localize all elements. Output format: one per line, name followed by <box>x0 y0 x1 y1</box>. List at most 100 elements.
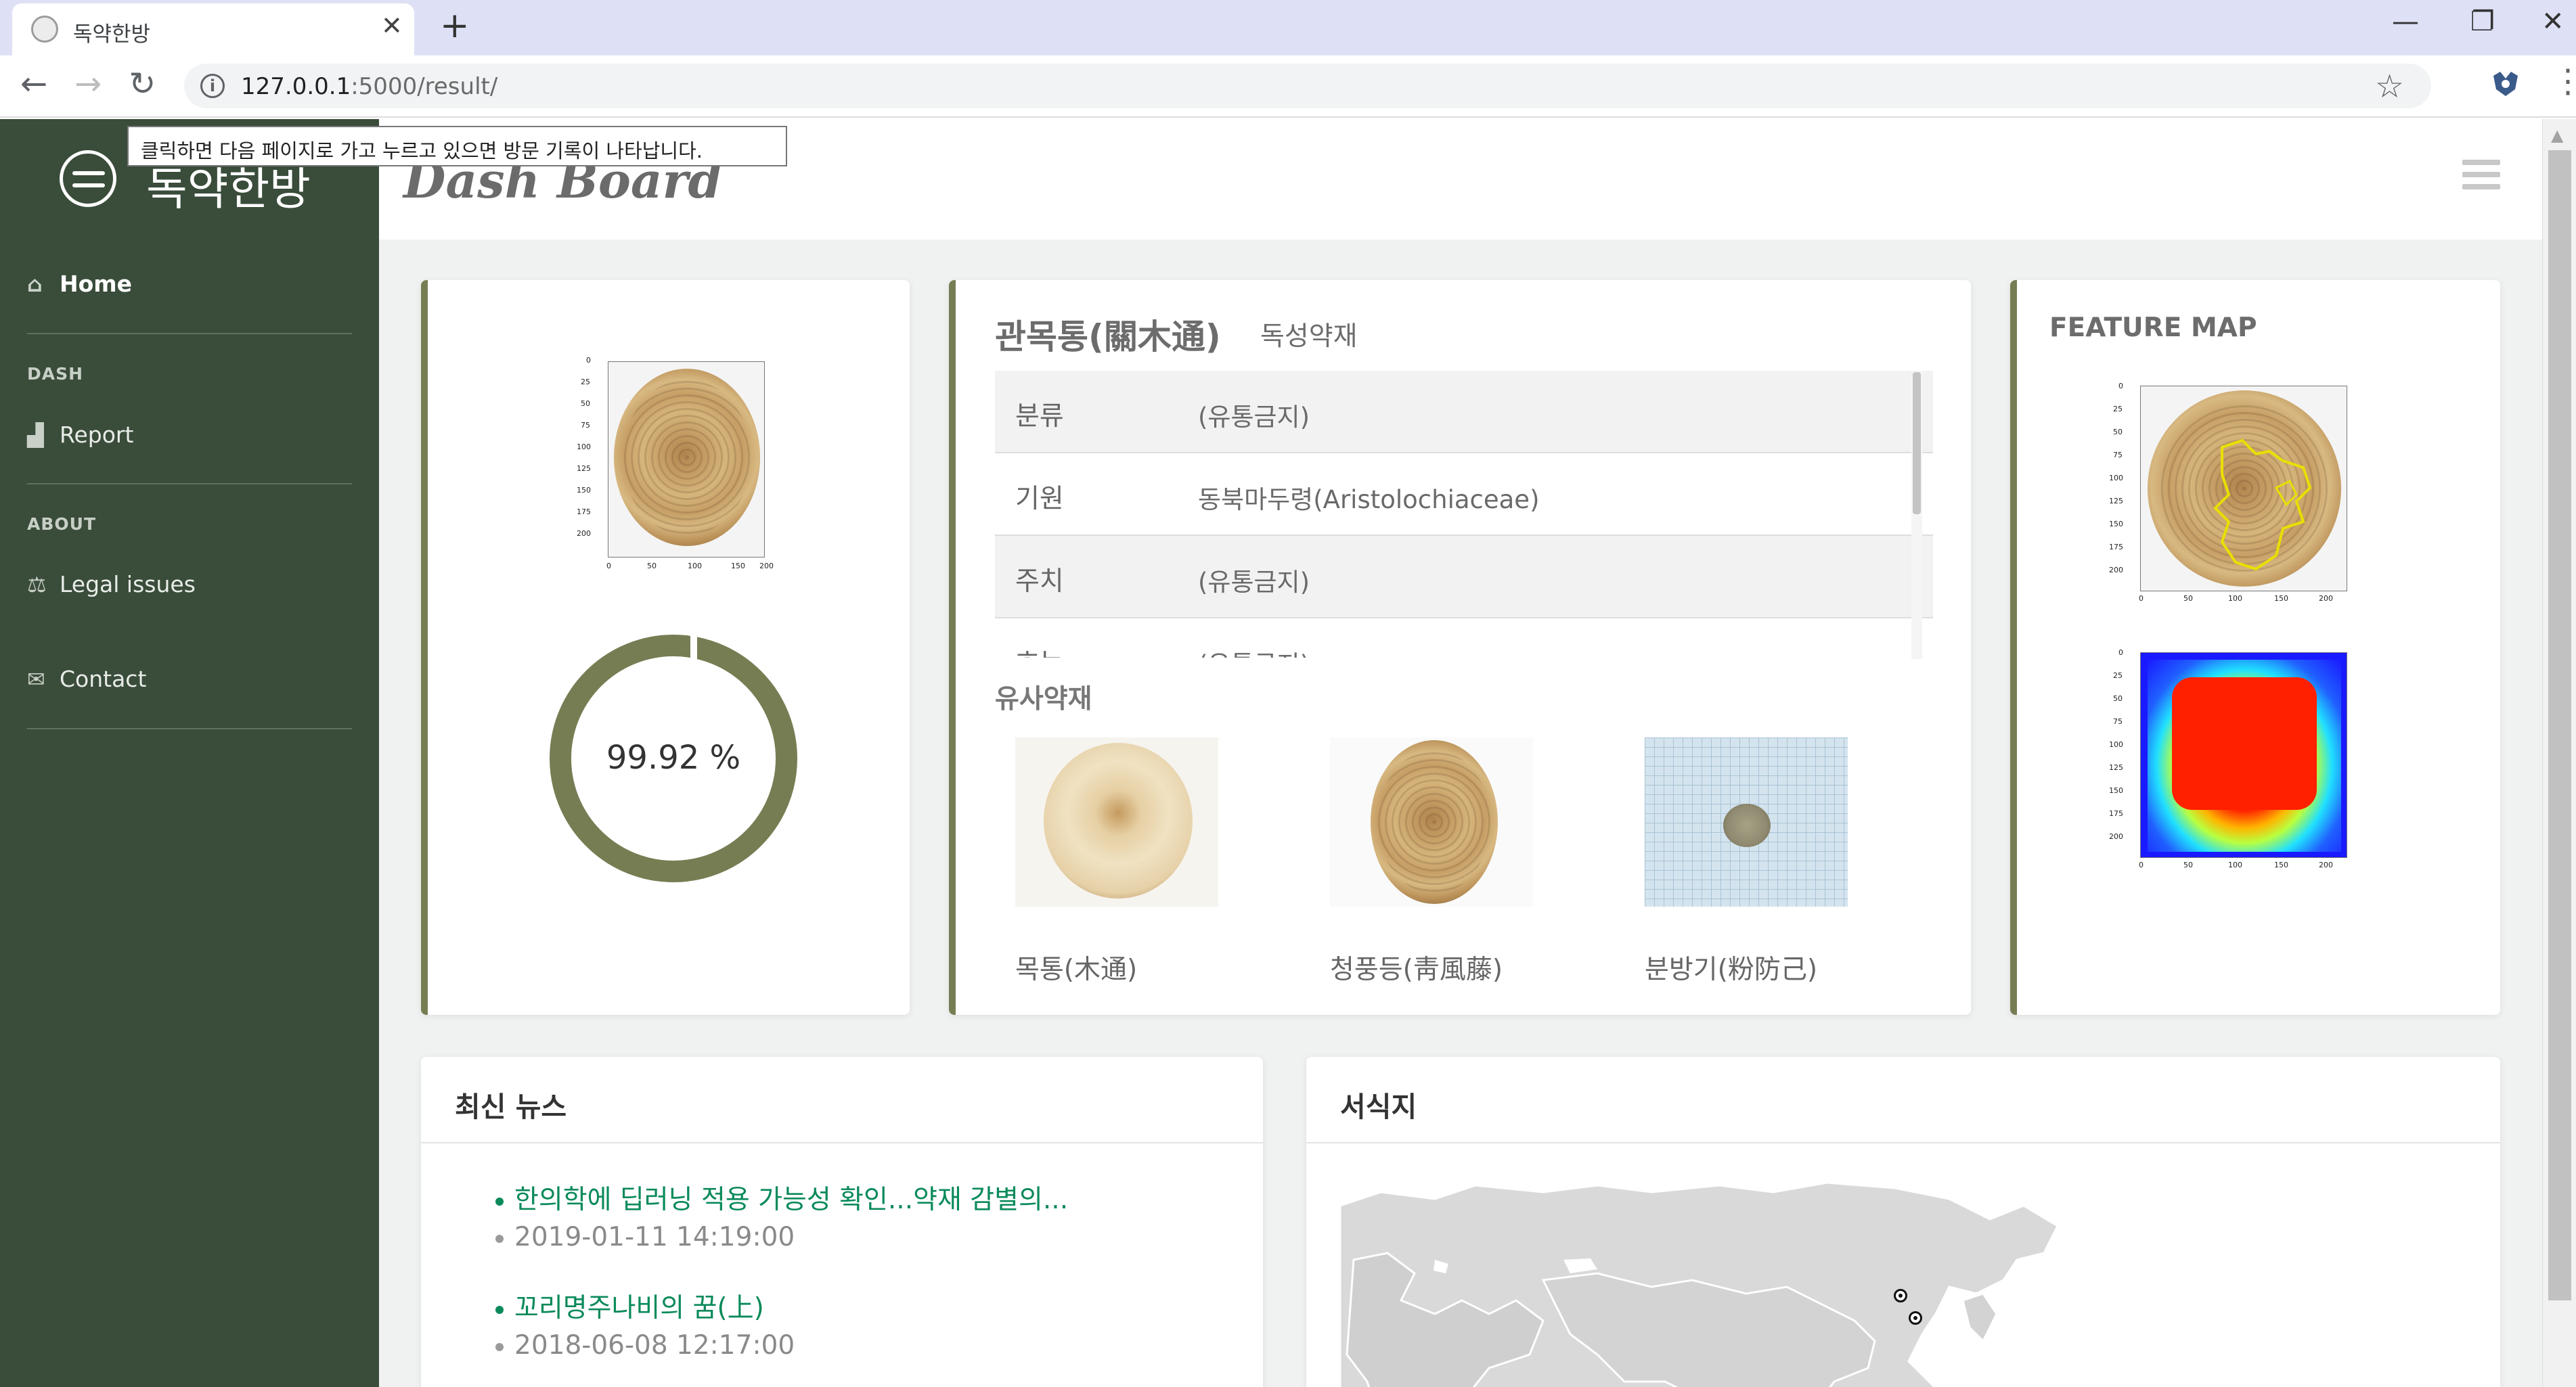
sidebar-heading-dash: DASH <box>27 364 84 384</box>
table-row: 효능 (유통금지) <box>995 618 1933 658</box>
x-tick-label: 100 <box>2228 861 2242 869</box>
y-tick-label: 200 <box>2109 566 2123 574</box>
news-title: 최신 뉴스 <box>455 1091 567 1123</box>
site-favicon-icon <box>31 16 58 43</box>
confidence-donut: 99.92 % <box>550 633 797 882</box>
news-headline[interactable]: 꼬리명주나비의 꿈(上) <box>495 1287 764 1325</box>
y-tick-label: 125 <box>577 464 591 473</box>
table-row: 분류 (유통금지) <box>995 371 1933 453</box>
x-tick-label: 50 <box>2183 594 2193 603</box>
forward-icon[interactable]: → <box>74 68 102 100</box>
input-image <box>608 361 765 558</box>
y-tick-label: 0 <box>586 356 591 365</box>
sidebar-item-legal[interactable]: ⚖ Legal issues <box>27 571 196 597</box>
sidebar-divider <box>27 728 352 729</box>
close-tab-icon[interactable]: ✕ <box>381 13 403 39</box>
habitat-card-header: 서식지 <box>1306 1057 2500 1143</box>
herb-name: 관목통(關木通) <box>995 317 1221 357</box>
scrollbar-thumb[interactable] <box>2548 150 2571 1300</box>
y-tick-label: 75 <box>581 421 590 430</box>
habitat-marker[interactable] <box>1909 1311 1922 1325</box>
reload-icon[interactable]: ↻ <box>129 68 156 100</box>
y-tick-label: 200 <box>577 529 591 538</box>
minimize-icon[interactable]: — <box>2392 8 2419 35</box>
x-tick-label: 50 <box>647 562 657 570</box>
news-card: 최신 뉴스 한의학에 딥러닝 적용 가능성 확인...약재 감별의... 201… <box>421 1057 1263 1387</box>
sidebar-divider <box>27 483 352 484</box>
restore-icon[interactable]: ❐ <box>2470 8 2495 35</box>
y-tick-label: 150 <box>577 486 591 495</box>
news-headline[interactable]: 한의학에 딥러닝 적용 가능성 확인...약재 감별의... <box>495 1179 1068 1217</box>
address-bar[interactable]: i 127.0.0.1:5000/result/ ☆ <box>184 64 2431 108</box>
sidebar-item-report[interactable]: ▟ Report <box>27 422 133 448</box>
sidebar-item-label: Home <box>60 271 133 297</box>
feature-map-card: FEATURE MAP 0 25 50 75 100 125 150 175 2… <box>2010 280 2500 1015</box>
sidebar-heading-about: ABOUT <box>27 514 97 534</box>
close-window-icon[interactable]: ✕ <box>2541 8 2564 35</box>
envelope-icon: ✉ <box>27 666 45 692</box>
x-tick-label: 100 <box>2228 594 2242 603</box>
table-row: 주치 (유통금지) <box>995 536 1933 618</box>
herb-info-card: 관목통(關木通) 독성약재 분류 (유통금지) 기원 동북마두령(Aristol… <box>949 280 1971 1015</box>
sidebar-divider <box>27 333 352 334</box>
y-tick-label: 50 <box>581 399 590 408</box>
info-icon[interactable]: i <box>200 74 225 98</box>
similar-herb-name[interactable]: 청풍등(靑風藤) <box>1330 949 1503 986</box>
feature-overlay-plot: 0 25 50 75 100 125 150 175 200 0 50 100 … <box>2109 382 2347 605</box>
back-icon[interactable]: ← <box>20 68 47 100</box>
sidebar-item-label: Legal issues <box>60 571 196 597</box>
sidebar-item-label: Contact <box>60 666 147 692</box>
similar-herb-name[interactable]: 목통(木通) <box>1015 949 1137 986</box>
y-tick-label: 200 <box>2109 832 2123 841</box>
feature-map-title: FEATURE MAP <box>2049 313 2257 343</box>
page-scrollbar[interactable]: ▲ <box>2542 119 2576 1387</box>
browser-menu-icon[interactable]: ⋮ <box>2552 65 2576 97</box>
x-tick-label: 0 <box>2139 861 2144 869</box>
y-tick-label: 75 <box>2113 451 2123 459</box>
new-tab-icon[interactable]: + <box>440 8 470 43</box>
menu-toggle-icon[interactable] <box>2462 160 2500 196</box>
y-tick-label: 175 <box>577 507 591 516</box>
browser-titlebar: 독약한방 ✕ + — ❐ ✕ <box>0 0 2576 55</box>
heatmap-image <box>2140 652 2347 858</box>
table-scrollbar[interactable] <box>1911 371 1922 659</box>
y-tick-label: 175 <box>2109 543 2123 551</box>
y-tick-label: 125 <box>2109 497 2123 505</box>
y-tick-label: 100 <box>2109 474 2123 482</box>
x-tick-label: 150 <box>731 562 745 570</box>
back-button-tooltip: 클릭하면 다음 페이지로 가고 누르고 있으면 방문 기록이 나타납니다. <box>127 126 787 166</box>
similar-herb-image[interactable] <box>1645 737 1848 907</box>
scale-icon: ⚖ <box>27 572 47 597</box>
tab-title: 독약한방 <box>73 22 151 47</box>
news-card-header: 최신 뉴스 <box>421 1057 1263 1143</box>
sidebar-item-home[interactable]: ⌂ Home <box>27 271 132 297</box>
similar-herb-name[interactable]: 분방기(粉防己) <box>1645 949 1817 986</box>
habitat-title: 서식지 <box>1340 1091 1417 1123</box>
news-date: 2018-06-08 12:17:00 <box>495 1330 795 1361</box>
y-tick-label: 25 <box>581 378 590 386</box>
habitat-card: 서식지 <box>1306 1057 2500 1387</box>
news-date: 2019-01-11 14:19:00 <box>495 1222 795 1252</box>
herb-info-table[interactable]: 분류 (유통금지) 기원 동북마두령(Aristolochiaceae) 주치 … <box>995 371 1951 658</box>
input-image-plot: 0 25 50 75 100 125 150 175 200 0 50 100 … <box>577 356 780 574</box>
bookmark-star-icon[interactable]: ☆ <box>2375 68 2404 106</box>
scroll-up-icon[interactable]: ▲ <box>2551 126 2563 145</box>
similar-herb-image[interactable] <box>1015 737 1218 907</box>
prediction-card: 0 25 50 75 100 125 150 175 200 0 50 100 … <box>421 280 910 1015</box>
sidebar-item-contact[interactable]: ✉ Contact <box>27 666 146 692</box>
y-tick-label: 100 <box>2109 740 2123 749</box>
y-tick-label: 25 <box>2113 405 2123 413</box>
browser-tab[interactable]: 독약한방 ✕ <box>12 3 414 55</box>
habitat-map[interactable] <box>1340 1179 2146 1387</box>
y-tick-label: 125 <box>2109 763 2123 772</box>
habitat-marker[interactable] <box>1894 1289 1907 1302</box>
x-tick-label: 0 <box>606 562 611 570</box>
sidebar: 독약한방 ⌂ Home DASH ▟ Report ABOUT ⚖ Legal iss… <box>0 119 379 1387</box>
similar-herb-image[interactable] <box>1330 737 1533 907</box>
toxicity-badge: 독성약재 <box>1260 321 1358 352</box>
x-tick-label: 150 <box>2274 861 2288 869</box>
extension-icon[interactable] <box>2491 69 2521 99</box>
y-tick-label: 0 <box>2118 382 2123 390</box>
x-tick-label: 200 <box>2319 861 2333 869</box>
y-tick-label: 150 <box>2109 786 2123 795</box>
